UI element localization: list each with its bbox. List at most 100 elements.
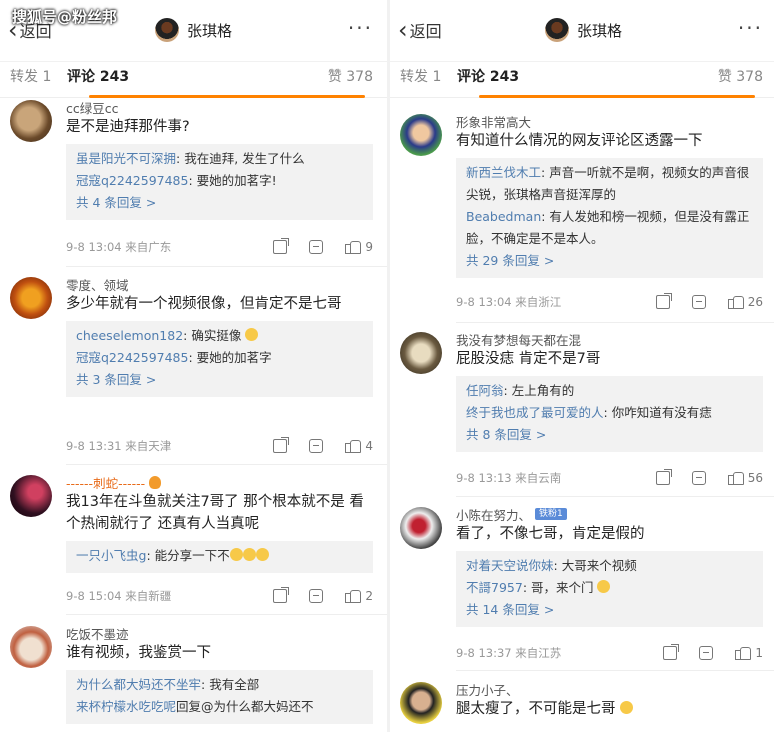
share-icon[interactable] bbox=[273, 587, 290, 603]
comment-username[interactable]: 吃饭不墨迹 bbox=[66, 624, 373, 642]
reply-user[interactable]: cheeselemon182 bbox=[76, 328, 183, 343]
comment-source: 来自广东 bbox=[125, 240, 172, 254]
reply-line: 终于我也成了最可爱的人: 你咋知道有没有痣 bbox=[466, 402, 753, 424]
reply-line: 不謌7957: 哥，来个门 bbox=[466, 577, 753, 599]
avatar[interactable] bbox=[10, 475, 52, 517]
comment-username[interactable]: ------刺蛇------ bbox=[66, 473, 373, 491]
reply-user[interactable]: 来杯柠檬水吃吃呢 bbox=[76, 699, 176, 714]
reply-user[interactable]: 不謌7957 bbox=[466, 580, 523, 595]
comment-text: 看了，不像七哥，肯定是假的 bbox=[456, 526, 645, 542]
reply-user[interactable]: 终于我也成了最可爱的人 bbox=[466, 405, 604, 420]
reply-user[interactable]: 新西兰伐木工 bbox=[466, 165, 541, 180]
title-text: 张琪格 bbox=[576, 21, 622, 40]
comment-username[interactable]: 小陈在努力、 铁粉1 bbox=[456, 505, 763, 523]
like-button[interactable]: 9 bbox=[345, 240, 373, 254]
reply-box[interactable]: cheeselemon182: 确实挺像 冠寇q2242597485: 要她的加… bbox=[66, 321, 373, 397]
tab-repost[interactable]: 转发 1 bbox=[10, 66, 51, 86]
like-button[interactable]: 1 bbox=[735, 646, 763, 660]
more-replies-link[interactable]: 共 14 条回复 > bbox=[466, 599, 753, 621]
comment-icon[interactable] bbox=[309, 240, 324, 254]
reply-user[interactable]: Beabedman bbox=[466, 209, 541, 224]
avatar bbox=[544, 18, 569, 42]
like-count: 1 bbox=[755, 646, 763, 660]
share-icon[interactable] bbox=[655, 469, 672, 485]
comment-username[interactable]: 压力小子、 bbox=[456, 680, 763, 698]
like-button[interactable]: 4 bbox=[345, 439, 373, 453]
reply-user[interactable]: 虽是阳光不可深拥 bbox=[76, 151, 176, 166]
reply-box[interactable]: 一只小飞虫g: 能分享一下不 bbox=[66, 541, 373, 573]
like-button[interactable]: 26 bbox=[727, 295, 763, 309]
left-panel: ‹ 返回 张琪格 ··· 转发 1 评论 243 赞 378 cc绿豆cc 是不… bbox=[0, 0, 387, 732]
share-icon[interactable] bbox=[273, 238, 290, 254]
reply-user[interactable]: 冠寇q2242597485 bbox=[76, 350, 188, 365]
avatar[interactable] bbox=[400, 332, 442, 374]
comment-time: 9-8 13:31 bbox=[66, 439, 122, 453]
comment-source: 来自浙江 bbox=[515, 295, 562, 309]
reply-user[interactable]: 任阿翁 bbox=[466, 383, 504, 398]
share-icon[interactable] bbox=[655, 293, 672, 309]
comment-icon[interactable] bbox=[309, 589, 324, 603]
reply-box[interactable]: 为什么都大妈还不坐牢: 我有全部 来杯柠檬水吃吃呢回复@为什么都大妈还不 bbox=[66, 670, 373, 724]
reply-box[interactable]: 虽是阳光不可深拥: 我在迪拜, 发生了什么 冠寇q2242597485: 要她的… bbox=[66, 144, 373, 220]
avatar[interactable] bbox=[10, 277, 52, 319]
comment-username[interactable]: 我没有梦想每天都在混 bbox=[456, 330, 763, 348]
comment-icon[interactable] bbox=[691, 471, 706, 485]
comment-icon[interactable] bbox=[699, 646, 714, 660]
emoji-icon bbox=[242, 548, 256, 561]
reply-text: : 左上角有的 bbox=[503, 383, 575, 398]
comment-text: 是不是迪拜那件事? bbox=[66, 119, 190, 135]
comment-time: 9-8 15:04 bbox=[66, 589, 122, 603]
avatar[interactable] bbox=[400, 682, 442, 724]
reply-user[interactable]: 对着天空说你妹 bbox=[466, 558, 554, 573]
more-replies-link[interactable]: 共 29 条回复 > bbox=[466, 250, 753, 272]
reply-line: 任阿翁: 左上角有的 bbox=[466, 380, 753, 402]
reply-box[interactable]: 对着天空说你妹: 大哥来个视频 不謌7957: 哥，来个门 共 14 条回复 > bbox=[456, 551, 763, 627]
tab-repost[interactable]: 转发 1 bbox=[400, 66, 441, 86]
like-count: 26 bbox=[747, 295, 763, 309]
reply-user[interactable]: 为什么都大妈还不坐牢 bbox=[76, 677, 201, 692]
share-icon[interactable] bbox=[663, 644, 680, 660]
comment-username[interactable]: 零度、领域 bbox=[66, 275, 373, 293]
reply-text: : 要她的加茗字! bbox=[188, 173, 277, 188]
comment-meta: 9-8 13:04 来自广东 9 bbox=[66, 237, 373, 257]
like-button[interactable]: 56 bbox=[727, 471, 763, 485]
comment-body: 压力小子、 腿太瘦了，不可能是七哥 bbox=[456, 680, 763, 720]
tab-likes[interactable]: 赞 378 bbox=[328, 66, 373, 86]
reply-box[interactable]: 任阿翁: 左上角有的 终于我也成了最可爱的人: 你咋知道有没有痣 共 8 条回复… bbox=[456, 376, 763, 452]
reply-text: : 我在迪拜, 发生了什么 bbox=[176, 151, 305, 166]
avatar[interactable] bbox=[400, 114, 442, 156]
comment-source: 来自云南 bbox=[515, 471, 562, 485]
share-icon[interactable] bbox=[273, 437, 290, 453]
comment-username[interactable]: 形象非常高大 bbox=[456, 112, 763, 130]
reply-user[interactable]: 一只小飞虫g bbox=[76, 548, 146, 563]
more-replies-link[interactable]: 共 8 条回复 > bbox=[466, 424, 753, 446]
comment-source: 来自江苏 bbox=[515, 646, 562, 660]
comment-source: 来自新疆 bbox=[125, 589, 172, 603]
reply-box[interactable]: 新西兰伐木工: 声音一听就不是啊，视频女的声音很尖锐，张琪格声音挺浑厚的 Bea… bbox=[456, 158, 763, 278]
right-panel: ‹ 返回 张琪格 ··· 转发 1 评论 243 赞 378 形象非常高大 有知… bbox=[390, 0, 774, 732]
avatar[interactable] bbox=[10, 100, 52, 142]
comment-icon[interactable] bbox=[309, 439, 324, 453]
more-replies-link[interactable]: 共 3 条回复 > bbox=[76, 369, 363, 391]
tab-likes[interactable]: 赞 378 bbox=[718, 66, 763, 86]
comment-text: 腿太瘦了，不可能是七哥 bbox=[456, 698, 763, 720]
watermark-text: 搜狐号@粉丝邦 bbox=[12, 8, 118, 26]
comment-icon[interactable] bbox=[691, 295, 706, 309]
reply-user[interactable]: 冠寇q2242597485 bbox=[76, 173, 188, 188]
comment-meta: 9-8 13:13 来自云南 56 bbox=[456, 468, 763, 488]
comment-source: 来自天津 bbox=[125, 439, 172, 453]
divider bbox=[456, 496, 774, 497]
avatar[interactable] bbox=[400, 507, 442, 549]
like-button[interactable]: 2 bbox=[345, 589, 373, 603]
more-icon[interactable]: ··· bbox=[348, 16, 373, 40]
more-icon[interactable]: ··· bbox=[738, 16, 763, 40]
tab-bar: 转发 1 评论 243 赞 378 bbox=[390, 62, 774, 98]
comment-body: 吃饭不墨迹 谁有视频，我鉴赏一下 为什么都大妈还不坐牢: 我有全部 来杯柠檬水吃… bbox=[66, 624, 373, 724]
more-replies-link[interactable]: 共 4 条回复 > bbox=[76, 192, 363, 214]
avatar bbox=[154, 18, 179, 42]
avatar[interactable] bbox=[10, 626, 52, 668]
comment-meta: 9-8 13:04 来自浙江 26 bbox=[456, 292, 763, 312]
emoji-icon bbox=[597, 580, 611, 593]
thumb-up-icon bbox=[735, 646, 752, 660]
comment-username[interactable]: cc绿豆cc bbox=[66, 98, 373, 116]
